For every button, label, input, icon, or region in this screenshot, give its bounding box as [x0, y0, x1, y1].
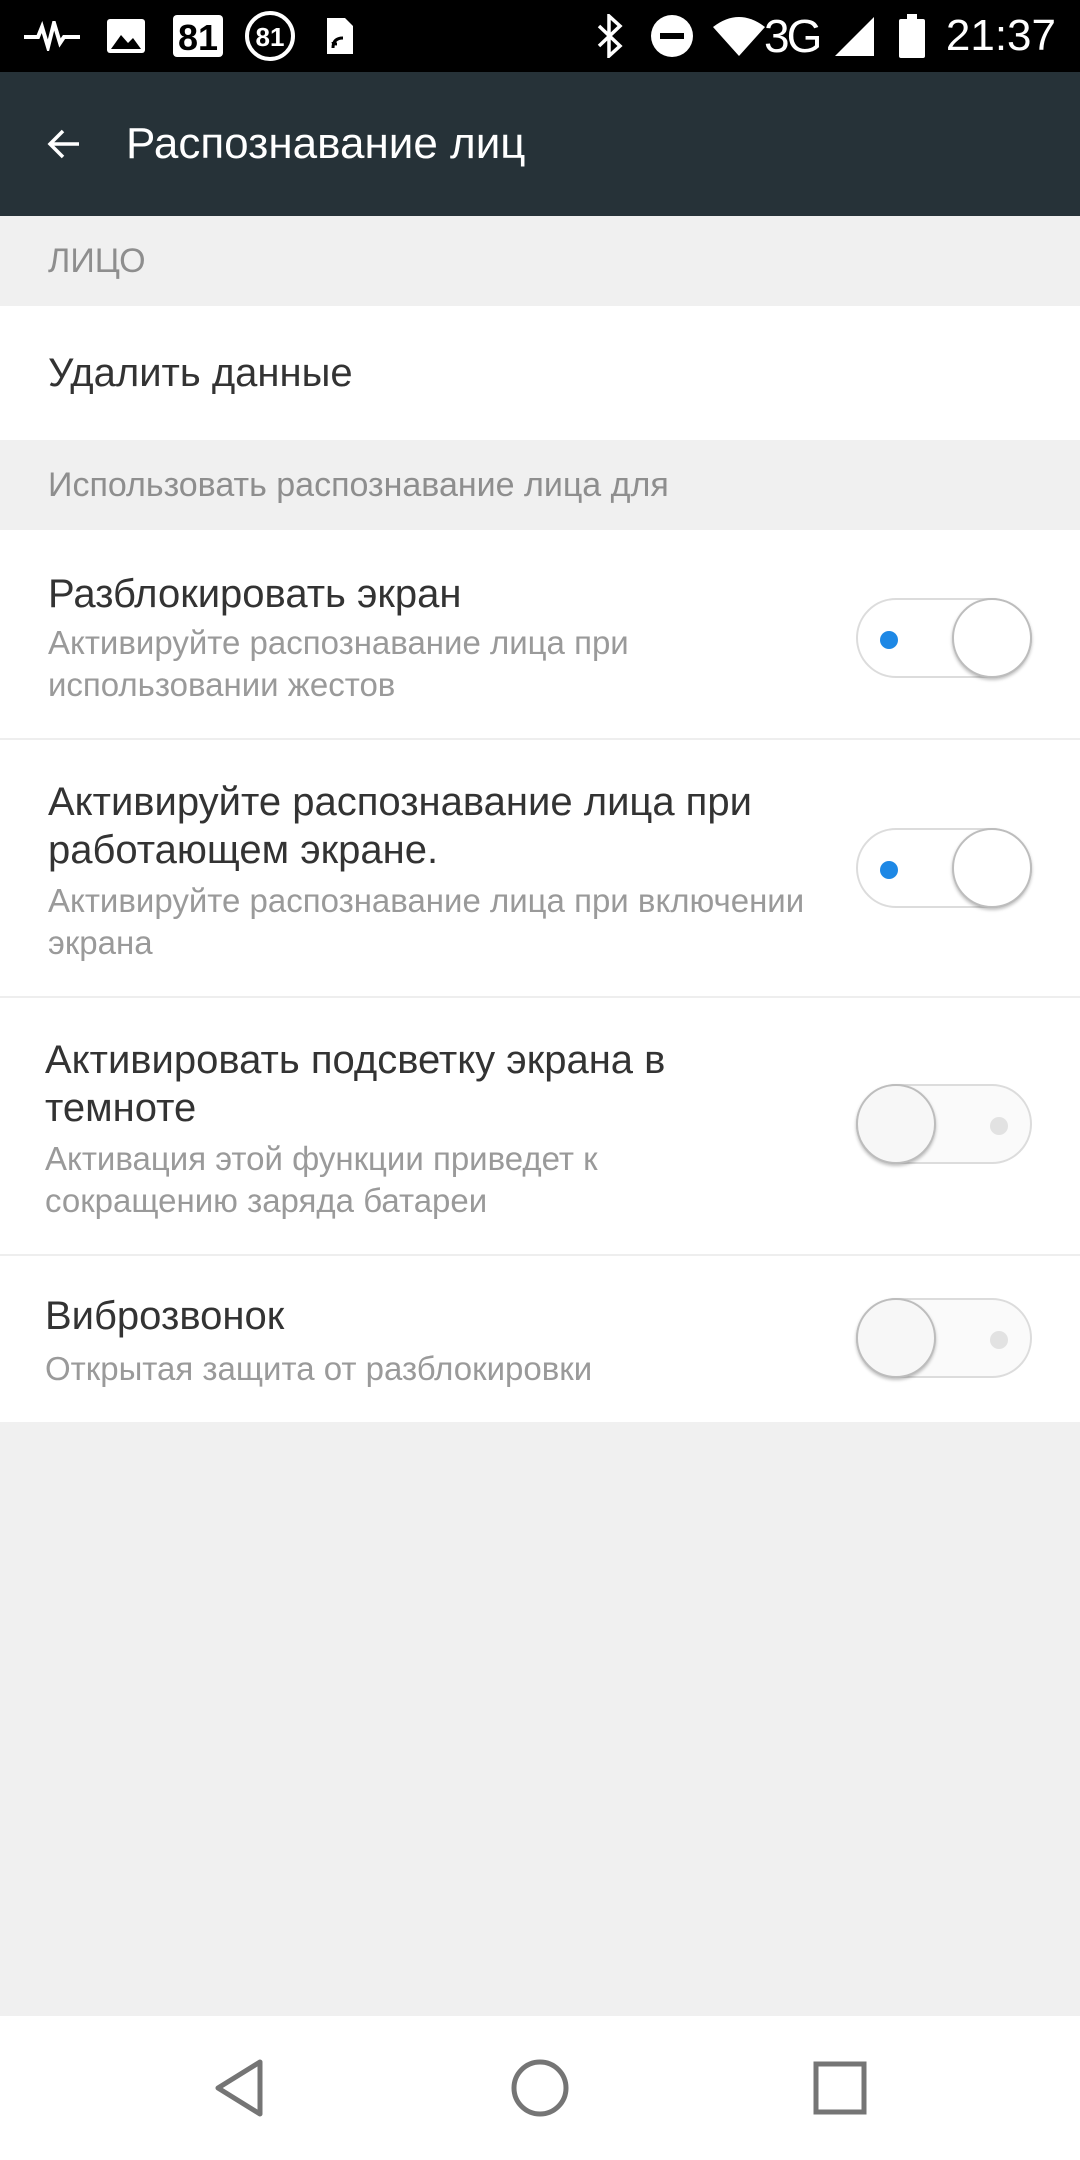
circle-number: 81 [256, 22, 285, 52]
pulse-icon [22, 14, 82, 58]
section-header-use-for: Использовать распознавание лица для [0, 440, 1080, 530]
circle-81-icon: 81 [242, 11, 298, 61]
toggle-knob [952, 598, 1032, 678]
clock: 21:37 [945, 11, 1056, 60]
setting-subtitle: Активируйте распознавание лица при включ… [48, 882, 805, 961]
page-title: Распознавание лиц [126, 119, 526, 168]
badge-81-icon: 81 [170, 14, 226, 58]
navigation-bar [0, 2016, 1080, 2160]
toggle-knob [856, 1298, 936, 1378]
setting-title: Виброзвонок [45, 1294, 285, 1338]
home-circle-icon [511, 2059, 569, 2117]
toggle-face-screen-on[interactable] [856, 828, 1032, 908]
arrow-back-icon [47, 129, 79, 159]
toggle-knob [952, 828, 1032, 908]
setting-subtitle: Открытая защита от разблокировки [45, 1350, 593, 1387]
toggle-dot [880, 631, 898, 649]
image-icon [104, 14, 148, 58]
app-bar: Распознавание лиц [0, 72, 1080, 216]
sim-icon [322, 14, 358, 58]
toggle-vibration[interactable] [856, 1298, 1032, 1378]
delete-data-item[interactable]: Удалить данные [0, 306, 1080, 440]
recents-square-icon [813, 2061, 867, 2115]
signal-icon [832, 14, 876, 58]
toggle-dark-backlight[interactable] [856, 1084, 1032, 1164]
badge-number: 81 [178, 17, 218, 58]
nav-home-button[interactable] [500, 2048, 580, 2128]
toggle-unlock-screen[interactable] [856, 598, 1032, 678]
toggle-dot [880, 861, 898, 879]
wifi-icon [712, 14, 766, 58]
status-bar: 81 81 3G 21:37 [0, 0, 1080, 72]
setting-vibration[interactable]: Виброзвонок Открытая защита от разблокир… [0, 1256, 1080, 1422]
back-button[interactable] [28, 108, 100, 180]
battery-icon [896, 14, 928, 58]
setting-face-screen-on[interactable]: Активируйте распознавание лица при работ… [0, 740, 1080, 996]
nav-recents-button[interactable] [800, 2048, 880, 2128]
delete-data-label: Удалить данные [48, 351, 353, 395]
network-type: 3G [764, 10, 822, 62]
nav-back-button[interactable] [200, 2048, 280, 2128]
back-triangle-icon [215, 2059, 263, 2117]
setting-dark-backlight[interactable]: Активировать подсветку экрана в темноте … [0, 998, 1080, 1254]
toggle-dot [990, 1331, 1008, 1349]
setting-title: Разблокировать экран [48, 572, 462, 616]
toggle-dot [990, 1117, 1008, 1135]
section-header-face: ЛИЦО [0, 216, 1080, 306]
dnd-icon [648, 14, 696, 58]
bluetooth-icon [592, 14, 628, 58]
setting-subtitle: Активируйте распознавание лица при испол… [48, 624, 629, 703]
setting-title: Активируйте распознавание лица при работ… [48, 780, 752, 872]
setting-title: Активировать подсветку экрана в темноте [45, 1038, 666, 1130]
toggle-knob [856, 1084, 936, 1164]
setting-subtitle: Активация этой функции приведет к сокращ… [45, 1140, 598, 1219]
setting-unlock-screen[interactable]: Разблокировать экран Активируйте распозн… [0, 530, 1080, 738]
